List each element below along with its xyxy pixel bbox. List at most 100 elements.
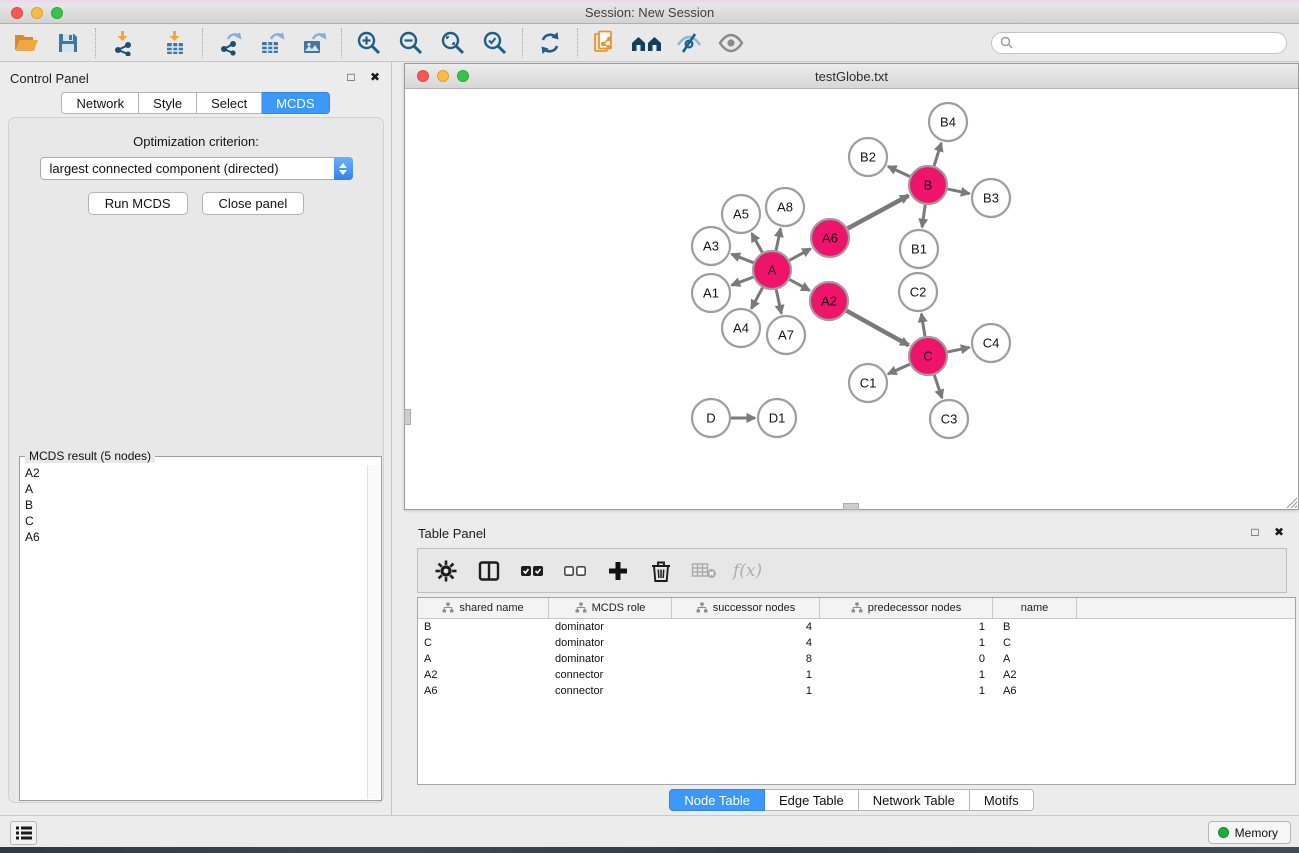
show-all-button[interactable] — [715, 27, 747, 59]
close-panel-button[interactable]: ✖ — [367, 69, 383, 85]
tab-network[interactable]: Network — [61, 92, 139, 114]
tab-style[interactable]: Style — [139, 92, 197, 114]
splitter-stub-left[interactable] — [404, 409, 411, 425]
close-panel-action-button[interactable]: Close panel — [202, 192, 305, 215]
graph-edge-A-A1[interactable] — [732, 277, 754, 285]
tab-select[interactable]: Select — [197, 92, 262, 114]
column-header-mcds-role[interactable]: MCDS role — [549, 598, 672, 618]
graph-node-A6[interactable]: A6 — [811, 219, 849, 257]
list-item[interactable]: A2 — [21, 465, 367, 481]
houses-button[interactable] — [631, 27, 663, 59]
graph-edge-C-C4[interactable] — [948, 347, 970, 352]
mcds-result-list[interactable]: A2 A B C A6 — [21, 465, 367, 799]
export-image-button[interactable] — [298, 27, 330, 59]
add-column-button[interactable] — [604, 557, 632, 585]
graph-edge-B-B4[interactable] — [934, 143, 941, 166]
graph-node-A7[interactable]: A7 — [767, 316, 805, 354]
graph-node-A5[interactable]: A5 — [722, 195, 760, 233]
new-network-from-selection-button[interactable] — [589, 27, 621, 59]
graph-node-A3[interactable]: A3 — [692, 227, 730, 265]
graph-node-A1[interactable]: A1 — [692, 274, 730, 312]
open-session-button[interactable] — [10, 27, 42, 59]
export-table-button[interactable] — [256, 27, 288, 59]
graph-node-B2[interactable]: B2 — [849, 138, 887, 176]
search-input[interactable] — [1018, 36, 1278, 50]
graph-edge-A-A2[interactable] — [790, 280, 810, 291]
table-row[interactable]: A2 connector 1 1 A2 — [418, 667, 1295, 683]
export-network-button[interactable] — [214, 27, 246, 59]
delete-table-button[interactable] — [690, 557, 718, 585]
float-table-panel-button[interactable]: □ — [1247, 524, 1263, 540]
task-history-button[interactable] — [10, 821, 37, 845]
graph-node-A4[interactable]: A4 — [722, 309, 760, 347]
hide-selected-button[interactable] — [673, 27, 705, 59]
float-panel-button[interactable]: □ — [343, 69, 359, 85]
graph-edge-A-A6[interactable] — [790, 249, 811, 261]
graph-edge-B-B1[interactable] — [922, 205, 925, 227]
zoom-in-button[interactable] — [353, 27, 385, 59]
global-search-field[interactable] — [991, 32, 1287, 54]
save-session-button[interactable] — [52, 27, 84, 59]
column-header-shared-name[interactable]: shared name — [418, 598, 549, 618]
table-row[interactable]: B dominator 4 1 B — [418, 619, 1295, 635]
tab-motifs[interactable]: Motifs — [970, 789, 1034, 811]
graph-edge-A2-C[interactable] — [846, 311, 908, 346]
graph-node-C[interactable]: C — [909, 337, 947, 375]
tab-edge-table[interactable]: Edge Table — [765, 789, 859, 811]
splitter-stub-bottom[interactable] — [843, 503, 859, 510]
criterion-select[interactable]: largest connected component (directed) — [40, 157, 353, 180]
graph-edge-C-C2[interactable] — [921, 314, 925, 337]
graph-edge-A6-B[interactable] — [848, 195, 909, 228]
graph-node-A[interactable]: A — [753, 251, 791, 289]
import-network-button[interactable] — [107, 27, 139, 59]
tab-mcds[interactable]: MCDS — [262, 92, 329, 114]
graph-node-A2[interactable]: A2 — [810, 282, 848, 320]
zoom-out-button[interactable] — [395, 27, 427, 59]
network-window-titlebar[interactable]: testGlobe.txt — [405, 64, 1298, 89]
zoom-fit-button[interactable] — [437, 27, 469, 59]
graph-edge-A-A3[interactable] — [731, 254, 753, 263]
graph-node-B4[interactable]: B4 — [929, 103, 967, 141]
function-builder-button[interactable]: f(x) — [733, 557, 762, 585]
refresh-button[interactable] — [534, 27, 566, 59]
list-item[interactable]: C — [21, 513, 367, 529]
tab-node-table[interactable]: Node Table — [669, 789, 765, 811]
list-item[interactable]: B — [21, 497, 367, 513]
table-row[interactable]: A dominator 8 0 A — [418, 651, 1295, 667]
graph-edge-B-B2[interactable] — [888, 166, 910, 176]
graph-edge-C-C1[interactable] — [888, 364, 910, 374]
graph-edge-A-A4[interactable] — [751, 288, 762, 309]
memory-button[interactable]: Memory — [1208, 821, 1291, 844]
close-table-panel-button[interactable]: ✖ — [1271, 524, 1287, 540]
list-item[interactable]: A6 — [21, 529, 367, 545]
column-header-name[interactable]: name — [993, 598, 1077, 618]
graph-node-A8[interactable]: A8 — [766, 188, 804, 226]
resize-grip[interactable] — [1284, 495, 1297, 508]
graph-node-B3[interactable]: B3 — [972, 179, 1010, 217]
tab-network-table[interactable]: Network Table — [859, 789, 970, 811]
run-mcds-button[interactable]: Run MCDS — [88, 192, 188, 215]
graph-edge-A-A7[interactable] — [776, 290, 781, 314]
split-columns-button[interactable] — [475, 557, 503, 585]
graph-node-C1[interactable]: C1 — [849, 364, 887, 402]
deselect-all-button[interactable] — [561, 557, 589, 585]
network-canvas[interactable]: AA1A2A3A4A5A6A7A8BB1B2B3B4CC1C2C3C4DD1 — [405, 89, 1298, 509]
table-row[interactable]: A6 connector 1 1 A6 — [418, 683, 1295, 699]
column-header-successor-nodes[interactable]: successor nodes — [672, 598, 820, 618]
graph-edge-C-C3[interactable] — [934, 375, 942, 398]
column-header-predecessor-nodes[interactable]: predecessor nodes — [820, 598, 993, 618]
graph-node-D1[interactable]: D1 — [758, 399, 796, 437]
graph-edge-A-A8[interactable] — [776, 229, 781, 251]
zoom-selected-button[interactable] — [479, 27, 511, 59]
graph-node-C4[interactable]: C4 — [972, 324, 1010, 362]
graph-edge-B-B3[interactable] — [948, 189, 970, 194]
import-table-button[interactable] — [159, 27, 191, 59]
graph-node-C2[interactable]: C2 — [899, 273, 937, 311]
table-row[interactable]: C dominator 4 1 C — [418, 635, 1295, 651]
graph-node-C3[interactable]: C3 — [930, 400, 968, 438]
delete-column-button[interactable] — [647, 557, 675, 585]
graph-node-B[interactable]: B — [909, 166, 947, 204]
graph-node-D[interactable]: D — [692, 399, 730, 437]
scrollbar-track[interactable] — [367, 465, 380, 799]
list-item[interactable]: A — [21, 481, 367, 497]
